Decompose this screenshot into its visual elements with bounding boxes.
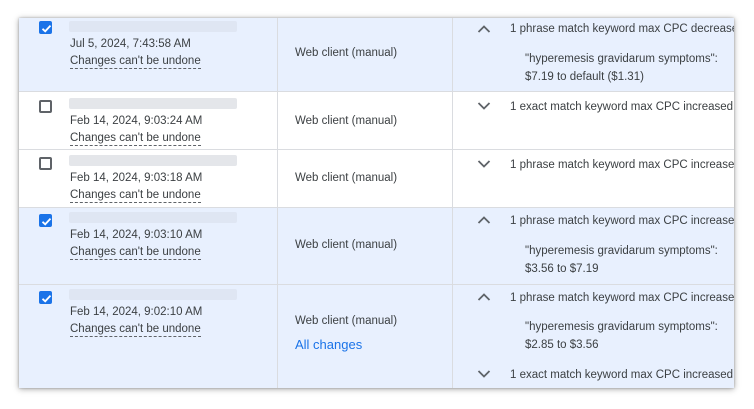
change-date: Jul 5, 2024, 7:43:58 AM <box>70 38 191 50</box>
column-divider <box>277 208 278 284</box>
change-date: Feb 14, 2024, 9:03:18 AM <box>70 172 203 184</box>
change-detail: "hyperemesis gravidarum symptoms": $7.19… <box>525 50 718 86</box>
column-divider <box>277 150 278 207</box>
row-checkbox[interactable] <box>39 157 52 170</box>
column-divider <box>277 285 278 388</box>
change-summary: 1 exact match keyword max CPC increased <box>510 369 734 381</box>
undo-status: Changes can't be undone <box>70 189 201 203</box>
column-divider <box>277 18 278 91</box>
table-row: Feb 14, 2024, 9:03:24 AM Changes can't b… <box>19 92 734 150</box>
column-divider <box>452 92 453 149</box>
change-date: Feb 14, 2024, 9:03:10 AM <box>70 229 203 241</box>
chevron-down-icon[interactable] <box>477 159 491 169</box>
change-summary: 1 phrase match keyword max CPC increased <box>510 159 734 171</box>
user-name-redacted <box>69 212 237 223</box>
column-divider <box>452 18 453 91</box>
change-date: Feb 14, 2024, 9:03:24 AM <box>70 115 203 127</box>
chevron-up-icon[interactable] <box>477 24 491 34</box>
checkmark-icon <box>41 217 52 226</box>
row-checkbox[interactable] <box>39 21 52 34</box>
change-detail: "hyperemesis gravidarum symptoms": $2.85… <box>525 318 718 354</box>
user-name-redacted <box>69 289 237 300</box>
change-detail-values: $2.85 to $3.56 <box>525 339 599 351</box>
chevron-up-icon[interactable] <box>477 215 491 225</box>
row-checkbox[interactable] <box>39 291 52 304</box>
change-detail-keyword: "hyperemesis gravidarum symptoms": <box>525 321 718 333</box>
undo-status: Changes can't be undone <box>70 55 201 69</box>
table-row: Feb 14, 2024, 9:03:10 AM Changes can't b… <box>19 208 734 285</box>
client-label: Web client (manual) <box>295 47 398 59</box>
user-name-redacted <box>69 155 237 166</box>
chevron-down-icon[interactable] <box>477 101 491 111</box>
user-name-redacted <box>69 21 237 32</box>
table-row: Feb 14, 2024, 9:02:10 AM Changes can't b… <box>19 285 734 388</box>
undo-status: Changes can't be undone <box>70 132 201 146</box>
change-detail-values: $3.56 to $7.19 <box>525 263 599 275</box>
table-row: Feb 14, 2024, 9:03:18 AM Changes can't b… <box>19 150 734 208</box>
client-label: Web client (manual) <box>295 172 398 184</box>
change-summary: 1 phrase match keyword max CPC increased <box>510 215 734 227</box>
all-changes-link[interactable]: All changes <box>295 337 362 352</box>
checkmark-icon <box>41 294 52 303</box>
row-checkbox[interactable] <box>39 100 52 113</box>
change-summary: 1 phrase match keyword max CPC decreased <box>510 23 734 35</box>
change-history-table: Jul 5, 2024, 7:43:58 AM Changes can't be… <box>19 18 734 388</box>
change-date: Feb 14, 2024, 9:02:10 AM <box>70 306 203 318</box>
client-label: Web client (manual) <box>295 115 398 127</box>
chevron-up-icon[interactable] <box>477 292 491 302</box>
column-divider <box>277 92 278 149</box>
column-divider <box>452 208 453 284</box>
change-detail-keyword: "hyperemesis gravidarum symptoms": <box>525 53 718 65</box>
change-detail: "hyperemesis gravidarum symptoms": $3.56… <box>525 242 718 278</box>
table-row: Jul 5, 2024, 7:43:58 AM Changes can't be… <box>19 18 734 92</box>
change-summary: 1 exact match keyword max CPC increased <box>510 101 734 113</box>
chevron-down-icon[interactable] <box>477 369 491 379</box>
change-detail-keyword: "hyperemesis gravidarum symptoms": <box>525 245 718 257</box>
client-label: Web client (manual) <box>295 315 398 327</box>
row-checkbox[interactable] <box>39 214 52 227</box>
checkmark-icon <box>41 24 52 33</box>
user-name-redacted <box>69 98 237 109</box>
undo-status: Changes can't be undone <box>70 246 201 260</box>
change-summary: 1 phrase match keyword max CPC increased <box>510 292 734 304</box>
column-divider <box>452 150 453 207</box>
client-label: Web client (manual) <box>295 239 398 251</box>
undo-status: Changes can't be undone <box>70 323 201 337</box>
column-divider <box>452 285 453 388</box>
change-detail-values: $7.19 to default ($1.31) <box>525 71 644 83</box>
